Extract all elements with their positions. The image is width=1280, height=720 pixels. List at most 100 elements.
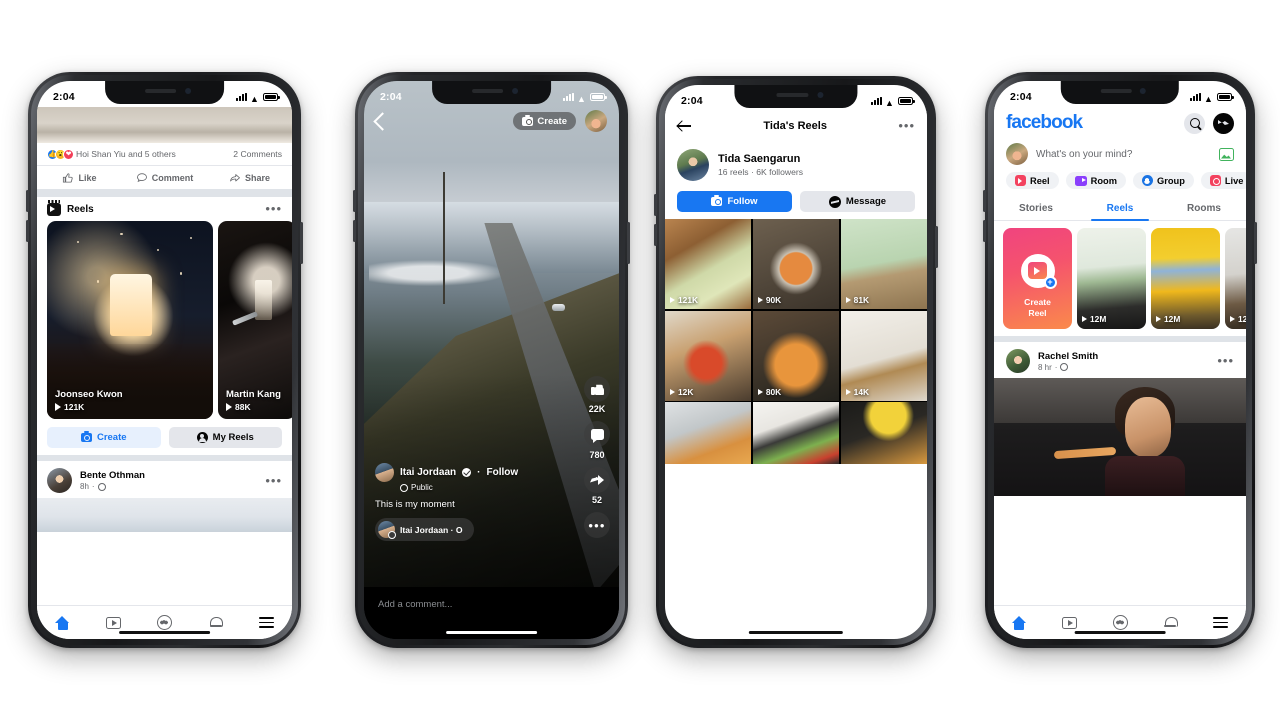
reel-grid-cell[interactable]: 14K — [840, 310, 927, 401]
reel-grid-cell[interactable]: 90K — [752, 219, 840, 309]
reel-play-count: 90K — [757, 295, 781, 305]
share-action[interactable]: 52 — [584, 466, 610, 505]
profile-name: Tida Saengarun — [718, 153, 801, 165]
more-action[interactable]: ••• — [584, 512, 610, 538]
like-button[interactable]: Like — [37, 172, 122, 184]
power-button[interactable] — [627, 222, 630, 264]
chip-room[interactable]: Room — [1065, 172, 1126, 189]
power-button[interactable] — [1254, 222, 1257, 264]
follow-button[interactable]: Follow — [486, 467, 518, 478]
create-reel-button[interactable]: Create — [47, 427, 161, 448]
avatar[interactable] — [47, 468, 72, 493]
search-button[interactable] — [1184, 112, 1205, 134]
reel-tray-card[interactable]: 12M — [1151, 228, 1220, 329]
message-button[interactable]: Message — [800, 191, 915, 212]
reels-carousel[interactable]: Joonseo Kwon 121K Martin Kang 88K — [37, 221, 292, 419]
post-menu-icon[interactable]: ••• — [265, 474, 282, 487]
avatar[interactable] — [375, 462, 394, 482]
reel-author-row[interactable]: Itai Jordaan · Follow — [375, 462, 561, 482]
reels-unit-menu-icon[interactable]: ••• — [265, 202, 282, 215]
tab-reels[interactable]: Reels — [1078, 196, 1162, 222]
tab-watch[interactable] — [1044, 616, 1094, 629]
volume-down-button[interactable] — [983, 220, 986, 242]
photo-icon[interactable] — [1219, 147, 1234, 161]
create-reel-card[interactable]: + Create Reel — [1003, 228, 1072, 329]
share-button[interactable]: Share — [207, 172, 292, 184]
avatar[interactable] — [677, 149, 709, 181]
profile-nav-bar: Tida's Reels ••• — [665, 111, 927, 141]
reel-card[interactable]: Joonseo Kwon 121K — [47, 221, 213, 419]
volume-up-button[interactable] — [26, 190, 29, 212]
comment-button[interactable]: Comment — [122, 172, 207, 184]
post-image[interactable] — [994, 378, 1246, 496]
feed-divider — [37, 189, 292, 197]
volume-down-button[interactable] — [353, 220, 356, 242]
tab-groups[interactable] — [1095, 615, 1145, 630]
my-reels-button[interactable]: My Reels — [168, 427, 282, 448]
avatar[interactable] — [1006, 143, 1028, 165]
post-author-name[interactable]: Bente Othman — [80, 470, 145, 481]
battery-icon — [590, 92, 607, 101]
audio-label: Itai Jordaan · O — [400, 524, 463, 535]
reel-grid-cell[interactable]: 81K — [840, 219, 927, 309]
tab-rooms[interactable]: Rooms — [1162, 196, 1246, 220]
reel-grid-cell[interactable] — [752, 402, 840, 464]
reel-play-count: 14K — [845, 387, 869, 397]
volume-up-button[interactable] — [983, 190, 986, 212]
tab-stories[interactable]: Stories — [994, 196, 1078, 220]
status-composer[interactable]: What's on your mind? — [994, 139, 1246, 172]
back-arrow-icon[interactable] — [677, 120, 692, 132]
status-time: 2:04 — [380, 90, 402, 103]
reel-grid-cell[interactable]: 121K — [665, 219, 752, 309]
tab-home[interactable] — [37, 615, 88, 630]
power-button[interactable] — [300, 222, 303, 264]
chip-group[interactable]: Group — [1132, 172, 1194, 189]
reel-grid-cell[interactable] — [840, 402, 927, 464]
tab-notifications[interactable] — [1145, 616, 1195, 630]
power-button[interactable] — [935, 226, 938, 268]
comment-action[interactable]: 780 — [584, 421, 610, 460]
comments-count[interactable]: 2 Comments — [233, 149, 282, 159]
like-action[interactable]: 22K — [584, 375, 610, 414]
volume-down-button[interactable] — [26, 220, 29, 242]
home-indicator — [118, 630, 211, 634]
reel-grid-cell[interactable]: 80K — [752, 310, 840, 401]
reel-tray-card[interactable]: 12 — [1225, 228, 1246, 329]
back-icon[interactable] — [373, 111, 392, 131]
create-reel-icon: + — [1020, 253, 1057, 289]
room-icon — [1074, 175, 1087, 186]
volume-up-button[interactable] — [353, 190, 356, 212]
phone-2-reels-player: 2:04 Create 22K — [353, 72, 630, 648]
wifi-icon — [885, 97, 895, 105]
composer-chips: Reel Room Group Live — [994, 172, 1246, 196]
play-icon — [670, 388, 675, 395]
messenger-button[interactable] — [1213, 112, 1234, 134]
volume-down-button[interactable] — [654, 224, 657, 246]
reactions-text[interactable]: Hoi Shan Yiu and 5 others — [76, 149, 176, 159]
chip-reel[interactable]: Reel — [1006, 172, 1059, 189]
avatar[interactable] — [585, 110, 607, 132]
tab-watch[interactable] — [88, 616, 139, 629]
post-author-name[interactable]: Rachel Smith — [1038, 351, 1098, 362]
chip-live[interactable]: Live — [1200, 172, 1246, 189]
reel-author-name[interactable]: Itai Jordaan — [400, 467, 456, 478]
volume-up-button[interactable] — [654, 194, 657, 216]
overflow-menu-icon[interactable]: ••• — [898, 119, 915, 132]
phone-3-screen: 2:04 Tida's Reels ••• Tida Saengarun 16 … — [665, 85, 927, 639]
create-button[interactable]: Create — [513, 112, 576, 130]
audio-attribution[interactable]: Itai Jordaan · O — [375, 518, 474, 541]
tab-groups[interactable] — [139, 615, 190, 630]
reel-card[interactable]: Martin Kang 88K — [218, 221, 292, 419]
post-menu-icon[interactable]: ••• — [1217, 354, 1234, 367]
tab-menu[interactable] — [1196, 617, 1246, 628]
reel-grid-cell[interactable] — [665, 402, 752, 464]
reel-grid-cell[interactable]: 12K — [665, 310, 752, 401]
feed-post-header: Rachel Smith 8 hr · ••• — [994, 342, 1246, 378]
follow-button[interactable]: Follow — [677, 191, 792, 212]
tab-home[interactable] — [994, 615, 1044, 630]
avatar[interactable] — [1006, 349, 1030, 373]
tab-notifications[interactable] — [190, 616, 241, 630]
reels-tray[interactable]: + Create Reel 12M 12M 12 — [994, 221, 1246, 336]
tab-menu[interactable] — [241, 617, 292, 628]
reel-tray-card[interactable]: 12M — [1077, 228, 1146, 329]
